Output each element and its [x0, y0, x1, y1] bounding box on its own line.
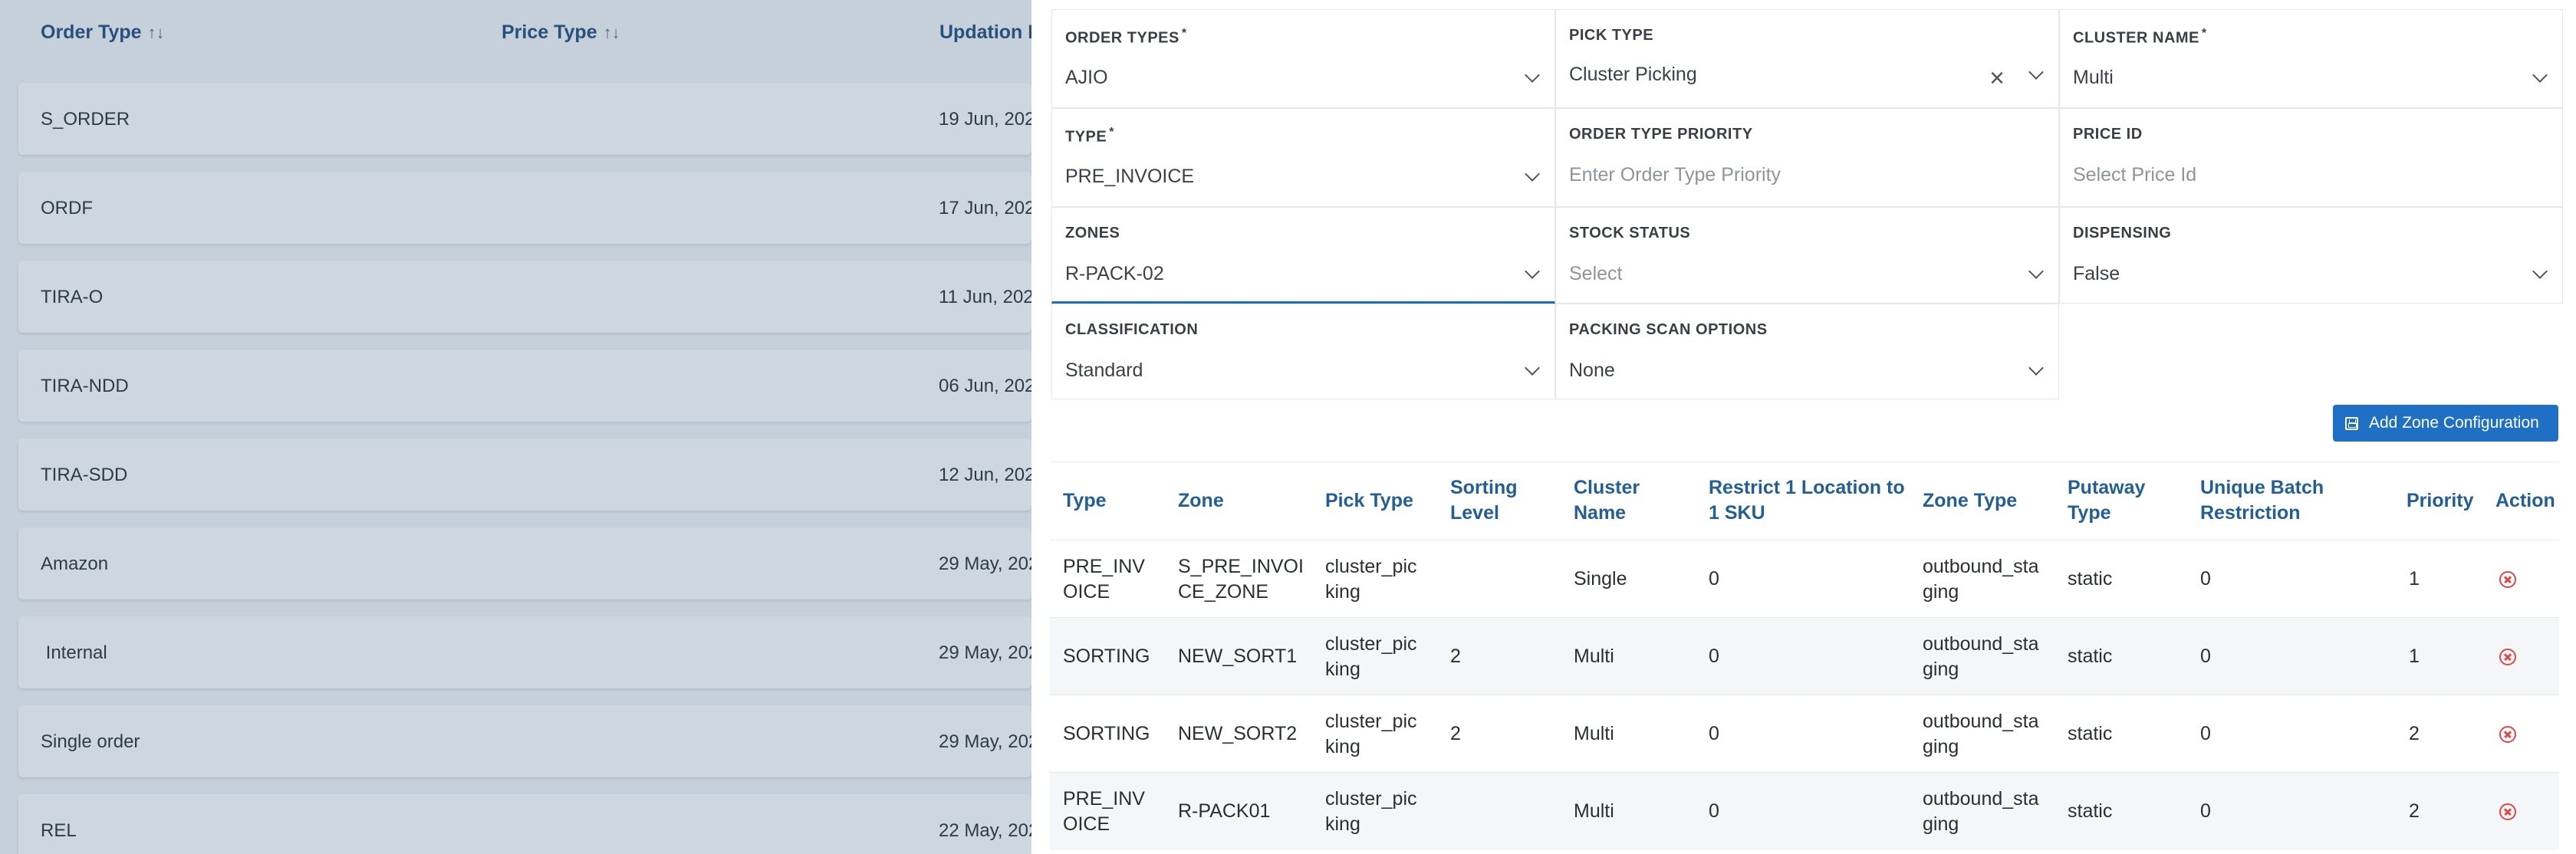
type-select[interactable]: TYPE * PRE_INVOICE — [1051, 108, 1555, 207]
column-order-type[interactable]: Order Type ↑↓ — [41, 21, 165, 44]
order-type-cell: ORDF — [41, 198, 93, 218]
delete-icon[interactable] — [2499, 648, 2516, 665]
list-row[interactable]: Internal 29 May, 202 — [18, 616, 1031, 688]
header-unique-batch: Unique Batch Restriction — [2200, 477, 2324, 524]
order-type-cell: Single order — [41, 731, 140, 752]
sort-icon[interactable]: ↑↓ — [604, 23, 620, 42]
date-cell: 12 Jun, 202 — [939, 465, 1031, 485]
sort-icon[interactable]: ↑↓ — [148, 23, 165, 42]
clear-icon[interactable]: × — [1989, 65, 2005, 91]
header-pick-type: Pick Type — [1325, 489, 1413, 511]
header-sorting-level: Sorting Level — [1450, 477, 1518, 524]
order-type-cell: S_ORDER — [41, 109, 130, 130]
date-cell: 22 May, 202 — [939, 820, 1031, 841]
header-action: Action — [2495, 489, 2555, 511]
date-cell: 19 Jun, 202 — [939, 109, 1031, 130]
table-row: SORTING NEW_SORT2 cluster_picking 2 Mult… — [1050, 695, 2559, 773]
list-header: Order Type ↑↓ Price Type ↑↓ Updation D — [0, 0, 1031, 74]
order-type-list-background: Order Type ↑↓ Price Type ↑↓ Updation D S_O… — [0, 0, 1031, 854]
column-price-type[interactable]: Price Type ↑↓ — [502, 21, 620, 44]
date-cell: 06 Jun, 202 — [939, 376, 1031, 396]
date-cell: 11 Jun, 202 — [939, 287, 1031, 307]
order-type-cell: TIRA-SDD — [41, 465, 128, 485]
chevron-down-icon[interactable] — [2028, 264, 2044, 279]
price-id-input[interactable]: PRICE ID Select Price Id — [2059, 108, 2563, 207]
header-cluster-name: Cluster Name — [1574, 477, 1640, 524]
header-zone: Zone — [1178, 489, 1224, 511]
delete-icon[interactable] — [2499, 570, 2516, 588]
order-type-priority-input[interactable]: ORDER TYPE PRIORITY Enter Order Type Pri… — [1555, 108, 2059, 207]
list-row[interactable]: S_ORDER 19 Jun, 202 — [18, 83, 1031, 155]
chevron-down-icon[interactable] — [1525, 67, 1540, 83]
zones-select[interactable]: ZONES R-PACK-02 — [1051, 207, 1555, 304]
list-row[interactable]: TIRA-SDD 12 Jun, 202 — [18, 438, 1031, 511]
save-icon — [2345, 416, 2358, 430]
date-cell: 17 Jun, 202 — [939, 198, 1031, 218]
order-types-select[interactable]: ORDER TYPES * AJIO — [1051, 9, 1555, 108]
list-row[interactable]: Single order 29 May, 202 — [18, 705, 1031, 777]
header-type: Type — [1063, 489, 1107, 511]
delete-icon[interactable] — [2499, 803, 2516, 820]
date-cell: 29 May, 202 — [939, 642, 1031, 663]
chevron-down-icon[interactable] — [2532, 264, 2548, 279]
stock-status-select[interactable]: STOCK STATUS Select — [1555, 207, 2059, 304]
table-row: PRE_INVOICE S_PRE_INVOICE_ZONE cluster_p… — [1050, 540, 2559, 618]
order-type-cell: TIRA-NDD — [41, 376, 129, 396]
zone-configuration-table: Type Zone Pick Type Sorting Level Cluste… — [1050, 461, 2559, 854]
add-zone-configuration-button[interactable]: Add Zone Configuration — [2333, 405, 2558, 442]
column-updation-date[interactable]: Updation D — [939, 21, 1031, 44]
order-type-cell: Internal — [41, 642, 107, 663]
order-type-cell: REL — [41, 820, 77, 841]
table-row: SORTING NEW_SORT1 cluster_picking 2 Mult… — [1050, 617, 2559, 695]
chevron-down-icon[interactable] — [2028, 64, 2044, 80]
list-row[interactable]: TIRA-NDD 06 Jun, 202 — [18, 350, 1031, 422]
chevron-down-icon[interactable] — [1525, 360, 1540, 376]
delete-icon[interactable] — [2499, 725, 2516, 743]
chevron-down-icon[interactable] — [1525, 264, 1540, 279]
list-row[interactable]: Amazon 29 May, 202 — [18, 527, 1031, 599]
dispensing-select[interactable]: DISPENSING False — [2059, 207, 2563, 304]
order-type-cell: Amazon — [41, 553, 109, 574]
chevron-down-icon[interactable] — [1525, 166, 1540, 182]
packing-scan-options-select[interactable]: PACKING SCAN OPTIONS None — [1555, 304, 2059, 399]
list-row[interactable]: ORDF 17 Jun, 202 — [18, 172, 1031, 244]
header-priority: Priority — [2407, 489, 2474, 511]
list-row[interactable]: TIRA-O 11 Jun, 202 — [18, 261, 1031, 333]
header-putaway-type: Putaway Type — [2068, 477, 2146, 524]
order-type-config-panel: ORDER TYPES * AJIO PICK TYPE Cluster Pick… — [1031, 0, 2576, 854]
date-cell: 29 May, 202 — [939, 731, 1031, 752]
pick-type-select[interactable]: PICK TYPE Cluster Picking × — [1555, 9, 2059, 108]
date-cell: 29 May, 202 — [939, 553, 1031, 574]
chevron-down-icon[interactable] — [2028, 360, 2044, 376]
header-restrict-location: Restrict 1 Location to 1 SKU — [1709, 477, 1905, 524]
list-row[interactable]: REL 22 May, 202 — [18, 794, 1031, 854]
header-zone-type: Zone Type — [1923, 489, 2018, 511]
table-row: PRE_INVOICE R-PACK01 cluster_picking Mul… — [1050, 772, 2559, 850]
classification-select[interactable]: CLASSIFICATION Standard — [1051, 304, 1555, 399]
cluster-name-select[interactable]: CLUSTER NAME * Multi — [2059, 9, 2563, 108]
order-type-cell: TIRA-O — [41, 287, 104, 307]
chevron-down-icon[interactable] — [2532, 67, 2548, 83]
